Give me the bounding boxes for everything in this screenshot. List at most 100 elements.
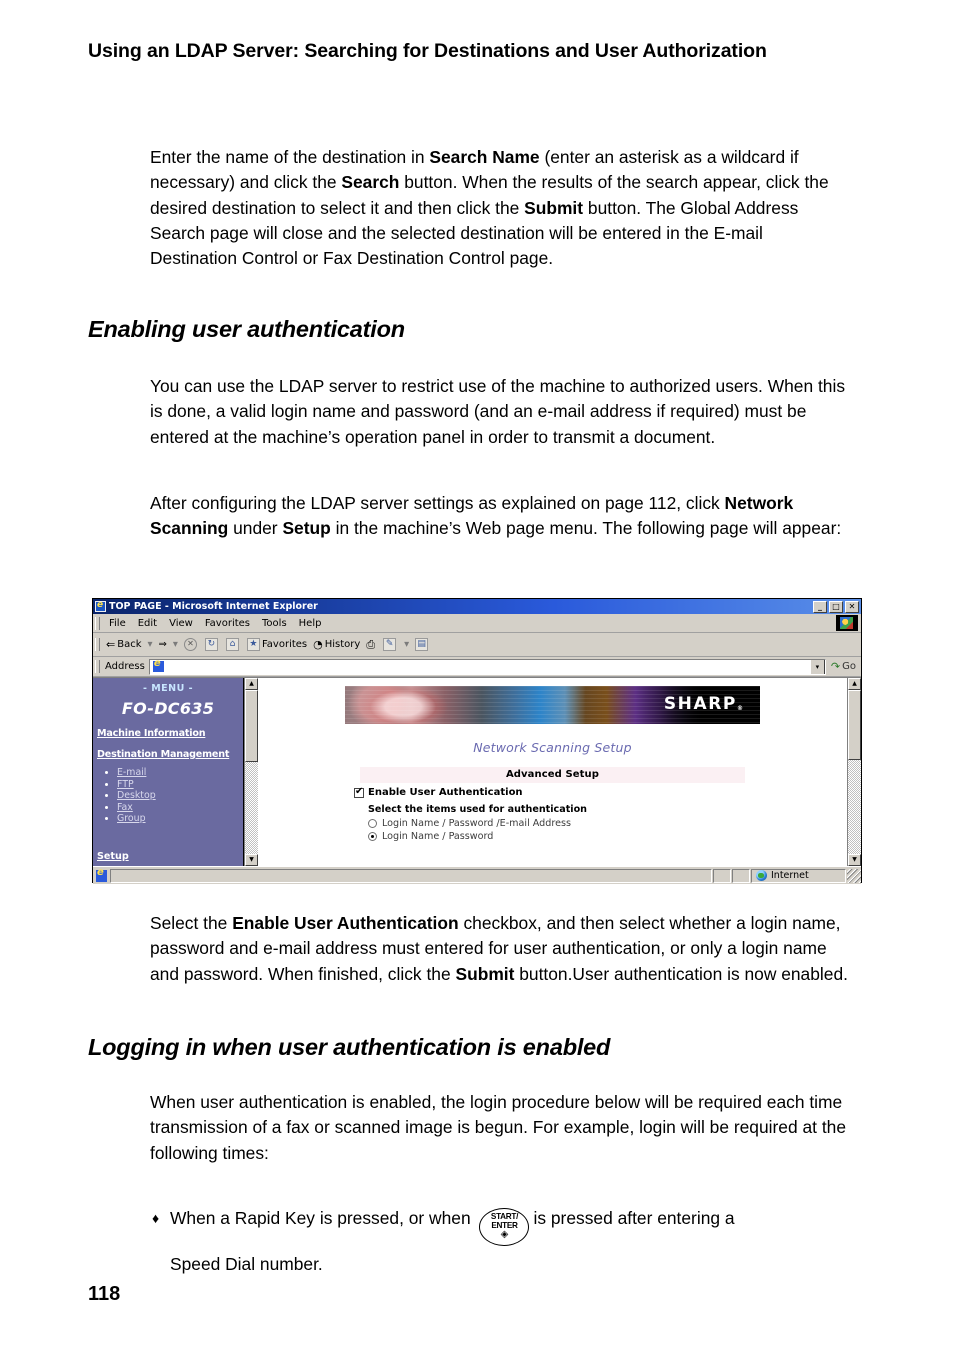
- favorites-label: Favorites: [261, 639, 308, 650]
- bullet-text-after: is pressed after entering a: [533, 1208, 735, 1228]
- menu-tools[interactable]: Tools: [256, 617, 293, 630]
- edit-button[interactable]: ✎: [380, 638, 401, 651]
- history-clock-icon: ◔: [313, 638, 323, 651]
- browser-toolbar: ⇐ Back ▾ ⇒ ▾ ✕ ↻ ⌂ ★ Favorites ◔ History…: [93, 633, 861, 657]
- internet-explorer-icon: [95, 600, 106, 612]
- logging-in-body-paragraph: When user authentication is enabled, the…: [150, 1092, 846, 1163]
- back-dropdown-button[interactable]: ▾: [145, 639, 156, 650]
- refresh-button[interactable]: ↻: [202, 638, 223, 651]
- radio-label-login-password-email: Login Name / Password /E-mail Address: [382, 818, 571, 829]
- sidebar-sublink-desktop: Desktop: [117, 790, 156, 801]
- maximize-button[interactable]: □: [829, 600, 843, 613]
- advanced-setup-section-bar: Advanced Setup: [360, 767, 745, 783]
- scroll-up-button[interactable]: ▲: [848, 678, 861, 690]
- address-input[interactable]: ▾: [148, 658, 826, 675]
- after-text-2: under: [228, 518, 283, 539]
- sharp-wordmark: SHARP: [663, 694, 737, 714]
- window-titlebar: TOP PAGE - Microsoft Internet Explorer _…: [93, 599, 861, 614]
- scroll-down-button[interactable]: ▼: [245, 854, 258, 866]
- address-dropdown-button[interactable]: ▾: [809, 659, 825, 674]
- enable-user-authentication-checkbox[interactable]: [354, 786, 364, 798]
- sidebar-vertical-scrollbar[interactable]: ▲ ▼: [244, 678, 258, 866]
- sidebar-link-destination-management[interactable]: Destination Management: [97, 749, 243, 760]
- forward-button[interactable]: ⇒: [156, 639, 170, 650]
- status-message: [110, 868, 712, 883]
- menubar-grip[interactable]: [95, 616, 100, 630]
- heading-logging-in: Logging in when user authentication is e…: [88, 1034, 611, 1060]
- authentication-form: Enable User Authentication Select the it…: [354, 786, 847, 842]
- sidebar-menu-title: - MENU -: [142, 683, 194, 694]
- messenger-button[interactable]: ▤: [412, 638, 433, 651]
- radio-row-login-password[interactable]: Login Name / Password: [368, 831, 847, 842]
- minimize-button[interactable]: _: [813, 600, 827, 613]
- close-button[interactable]: ✕: [845, 600, 859, 613]
- internet-zone-globe-icon: [756, 870, 767, 881]
- sharp-banner-image: SHARP®: [345, 686, 760, 724]
- status-pane-2: [732, 868, 750, 883]
- status-pane-1: [713, 868, 731, 883]
- menu-view[interactable]: View: [163, 617, 199, 630]
- print-button[interactable]: ⎙: [363, 638, 380, 652]
- favorites-button[interactable]: ★ Favorites: [244, 638, 310, 651]
- after-fig-text-3: button.User authentication is now enable…: [514, 963, 848, 984]
- list-item[interactable]: E-mail: [117, 767, 243, 779]
- sidebar-model-name: FO-DC635: [121, 699, 215, 718]
- stop-button[interactable]: ✕: [181, 638, 202, 651]
- forward-dropdown-button[interactable]: ▾: [170, 639, 181, 650]
- bullet-text-second-line: Speed Dial number.: [170, 1254, 323, 1275]
- go-label: Go: [842, 661, 856, 672]
- radio-row-login-password-email[interactable]: Login Name / Password /E-mail Address: [368, 818, 847, 829]
- list-item[interactable]: Fax: [117, 802, 243, 814]
- radio-login-password-email[interactable]: [368, 819, 377, 828]
- sidebar-link-setup[interactable]: Setup: [97, 851, 129, 862]
- sidebar-sublink-email: E-mail: [117, 767, 147, 778]
- window-controls: _ □ ✕: [813, 600, 859, 613]
- list-item[interactable]: Group: [117, 813, 243, 825]
- menu-help[interactable]: Help: [293, 617, 328, 630]
- content-vertical-scrollbar[interactable]: ▲ ▼: [847, 678, 861, 866]
- webpage-content-frame: SHARP® Network Scanning Setup Advanced S…: [258, 678, 847, 866]
- edit-pencil-icon: ✎: [383, 638, 397, 651]
- home-icon: ⌂: [225, 638, 239, 651]
- addressbar-grip[interactable]: [95, 660, 100, 673]
- enable-user-authentication-label: Enable User Authentication: [368, 787, 523, 798]
- history-button[interactable]: ◔ History: [310, 638, 363, 651]
- address-label: Address: [105, 661, 145, 672]
- refresh-icon: ↻: [204, 638, 218, 651]
- scroll-down-button[interactable]: ▼: [848, 854, 861, 866]
- printer-icon: ⎙: [366, 637, 376, 651]
- home-button[interactable]: ⌂: [223, 638, 244, 651]
- menu-favorites[interactable]: Favorites: [199, 617, 256, 630]
- menu-edit[interactable]: Edit: [132, 617, 163, 630]
- after-text-1: After configuring the LDAP server settin…: [150, 493, 725, 513]
- bullet-marker-icon: ♦: [152, 1210, 160, 1226]
- list-item[interactable]: Desktop: [117, 790, 243, 802]
- sidebar-link-machine-information[interactable]: Machine Information: [97, 728, 243, 739]
- after-figure-paragraph: Select the Enable User Authentication ch…: [150, 911, 860, 987]
- scroll-thumb[interactable]: [848, 690, 861, 760]
- radio-login-password[interactable]: [368, 832, 377, 841]
- page-favicon-icon: [152, 660, 164, 672]
- back-label: Back: [117, 639, 142, 650]
- enabling-after-paragraph: After configuring the LDAP server settin…: [150, 491, 850, 542]
- authentication-items-subheading: Select the items used for authentication: [368, 804, 587, 815]
- scroll-track[interactable]: [848, 690, 861, 854]
- intro-bold-search: Search: [341, 172, 400, 193]
- menu-bar: File Edit View Favorites Tools Help: [93, 614, 861, 633]
- resize-grip[interactable]: [847, 868, 861, 883]
- go-arrow-icon: ↷: [830, 660, 841, 673]
- address-bar: Address ▾ ↷ Go: [93, 657, 861, 677]
- page-number: 118: [88, 1283, 121, 1305]
- edit-dropdown-button[interactable]: ▾: [401, 639, 412, 650]
- status-bar: Internet: [93, 866, 861, 884]
- back-button[interactable]: ⇐ Back: [103, 638, 145, 651]
- window-title: TOP PAGE - Microsoft Internet Explorer: [109, 601, 318, 612]
- menu-file[interactable]: File: [103, 617, 132, 630]
- toolbar-grip[interactable]: [95, 638, 100, 651]
- scroll-thumb[interactable]: [245, 690, 258, 762]
- go-button[interactable]: ↷ Go: [826, 660, 859, 673]
- enable-user-authentication-row[interactable]: Enable User Authentication: [354, 786, 847, 798]
- scroll-track[interactable]: [245, 690, 258, 854]
- list-item[interactable]: FTP: [117, 779, 243, 791]
- scroll-up-button[interactable]: ▲: [245, 678, 258, 690]
